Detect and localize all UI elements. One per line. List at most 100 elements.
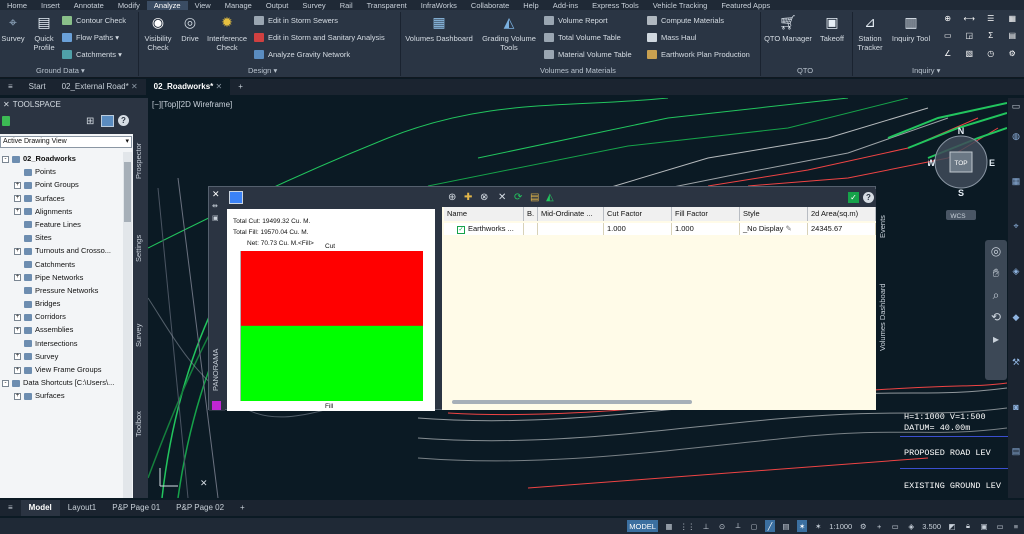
menu-add-ins[interactable]: Add-ins	[546, 1, 585, 10]
layout-tab[interactable]: P&P Page 02	[168, 500, 232, 516]
menu-vehicle-tracking[interactable]: Vehicle Tracking	[646, 1, 715, 10]
tree-item[interactable]: + Pipe Networks	[0, 271, 122, 284]
compass-north[interactable]: N	[958, 126, 965, 136]
file-tab[interactable]: 02_External Road* ✕	[54, 79, 146, 95]
polar-icon[interactable]: ⊙	[717, 520, 727, 532]
autohide-icon[interactable]: ⇹	[212, 202, 218, 210]
layout-tab[interactable]: Layout1	[60, 500, 104, 516]
workspace-gear-icon[interactable]: ⚙	[858, 520, 868, 532]
visibility-checkbox[interactable]: ✓	[457, 226, 465, 234]
tree-item[interactable]: + Survey	[0, 350, 122, 363]
angle-icon[interactable]: ∠	[938, 49, 958, 64]
menu-infraworks[interactable]: InfraWorks	[414, 1, 464, 10]
close-icon[interactable]: ✕	[212, 189, 220, 200]
edit-storm-sanitary-button[interactable]: Edit in Storm and Sanitary Analysis	[254, 33, 385, 42]
delete-icon[interactable]: ✕	[498, 192, 506, 203]
add-surface-icon[interactable]: ✚	[464, 192, 472, 203]
scrollbar-thumb[interactable]	[124, 162, 131, 222]
tree-item[interactable]: - Data Shortcuts [C:\Users\...	[0, 376, 122, 389]
column-header[interactable]: B.	[524, 207, 538, 221]
help-icon[interactable]: ?	[118, 115, 129, 126]
accept-icon[interactable]: ✓	[848, 192, 859, 203]
contour-check-button[interactable]: Contour Check	[62, 16, 126, 25]
menu-analyze[interactable]: Analyze	[146, 0, 188, 10]
clock-icon[interactable]: ◷	[981, 49, 1001, 64]
menu-home[interactable]: Home	[0, 1, 34, 10]
map-icon[interactable]: ▧	[960, 49, 980, 64]
survey-button[interactable]: ⌖ Survey	[0, 12, 26, 44]
menu-collaborate[interactable]: Collaborate	[464, 1, 516, 10]
grid-cell[interactable]: 1.000	[604, 223, 672, 235]
file-tab[interactable]: Start	[21, 79, 54, 95]
takeoff-button[interactable]: ▣ Takeoff	[816, 12, 848, 44]
tree-item[interactable]: Pressure Networks	[0, 284, 122, 297]
column-header[interactable]: Cut Factor	[604, 207, 672, 221]
ortho-icon[interactable]: ⊥	[701, 520, 711, 532]
tree-item[interactable]: - 02_Roadworks	[0, 152, 122, 165]
total-volume-table-button[interactable]: Total Volume Table	[544, 33, 621, 42]
wrench-icon[interactable]: ⚒	[1012, 357, 1020, 368]
transparency-icon[interactable]: ▤	[781, 520, 791, 532]
close-icon[interactable]: ✕	[3, 100, 10, 109]
pin-icon[interactable]	[2, 116, 10, 126]
tool-icon[interactable]: ◈	[1013, 266, 1020, 277]
tab-toolbox[interactable]: Toolbox	[134, 406, 147, 442]
analyze-gravity-button[interactable]: Analyze Gravity Network	[254, 50, 350, 59]
expand-icon[interactable]: +	[14, 366, 21, 374]
tree-item[interactable]: Feature Lines	[0, 218, 122, 231]
horizontal-scrollbar[interactable]	[452, 400, 692, 404]
expand-icon[interactable]: +	[14, 208, 21, 216]
grid-icon[interactable]: ▦	[1003, 14, 1023, 29]
file-tab[interactable]: 02_Roadworks* ✕	[145, 79, 231, 95]
menu-express-tools[interactable]: Express Tools	[585, 1, 646, 10]
lineweight-icon[interactable]: ╱	[764, 520, 775, 532]
close-icon[interactable]: ✕	[213, 82, 222, 91]
tree-view-icon[interactable]: ⊞	[86, 116, 94, 127]
ruler-icon[interactable]: ▭	[938, 31, 958, 46]
clean-screen-icon[interactable]: ▭	[995, 520, 1005, 532]
menu-output[interactable]: Output	[259, 1, 296, 10]
grid-icon[interactable]: ▦	[664, 520, 674, 532]
units-icon[interactable]: ▭	[890, 520, 900, 532]
tree-item[interactable]: + Point Groups	[0, 178, 122, 191]
compass-west[interactable]: W	[928, 158, 936, 168]
showmotion-icon[interactable]: ▸	[985, 328, 1007, 350]
interference-check-button[interactable]: ✹ Interference Check	[204, 12, 250, 53]
menu-insert[interactable]: Insert	[34, 1, 67, 10]
grid-cell[interactable]: _No Display ✎	[740, 223, 808, 235]
column-header[interactable]: Fill Factor	[672, 207, 740, 221]
crosshair-icon[interactable]: ⌖	[1013, 221, 1018, 232]
compass-east[interactable]: E	[989, 158, 995, 168]
camera-icon[interactable]: ◙	[1013, 402, 1018, 412]
model-space-toggle[interactable]: MODEL	[627, 520, 658, 532]
globe-icon[interactable]: ◍	[1012, 131, 1020, 142]
view-combo[interactable]: Active Drawing View ▾	[0, 136, 132, 148]
viewport-controls[interactable]: [−][Top][2D Wireframe]	[152, 100, 232, 109]
column-header[interactable]: 2d Area(sq.m)	[808, 207, 876, 221]
tab-survey[interactable]: Survey	[134, 320, 147, 350]
column-header[interactable]: Name	[444, 207, 524, 221]
new-volume-icon[interactable]: ⊕	[448, 192, 456, 203]
expand-icon[interactable]: +	[14, 247, 21, 255]
menu-view[interactable]: View	[188, 1, 218, 10]
viewcube[interactable]: TOP N S E W WCS	[928, 124, 998, 224]
survey-tab-icon[interactable]	[101, 115, 114, 127]
catchments-button[interactable]: Catchments ▾	[62, 50, 122, 59]
grid-cell[interactable]: 24345.67	[808, 223, 876, 235]
expand-icon[interactable]: +	[14, 392, 21, 400]
hardware-icon[interactable]: ▣	[979, 520, 989, 532]
menu-modify[interactable]: Modify	[111, 1, 147, 10]
tree-scrollbar[interactable]	[123, 152, 132, 498]
distance-icon[interactable]: ⟷	[960, 14, 980, 29]
layout-tab[interactable]: Model	[20, 500, 60, 516]
plus-icon[interactable]: +	[874, 520, 884, 532]
menu-transparent[interactable]: Transparent	[360, 1, 414, 10]
zoom-icon[interactable]: ⌕	[985, 284, 1007, 306]
expand-icon[interactable]: +	[14, 313, 21, 321]
pan-icon[interactable]: ✋︎	[985, 262, 1007, 284]
window-controls[interactable]: ▭	[1008, 98, 1024, 114]
expand-icon[interactable]: +	[14, 195, 21, 203]
tree-item[interactable]: + Surfaces	[0, 192, 122, 205]
settings-icon[interactable]: ⚙	[1003, 49, 1023, 64]
tree-item[interactable]: Catchments	[0, 258, 122, 271]
